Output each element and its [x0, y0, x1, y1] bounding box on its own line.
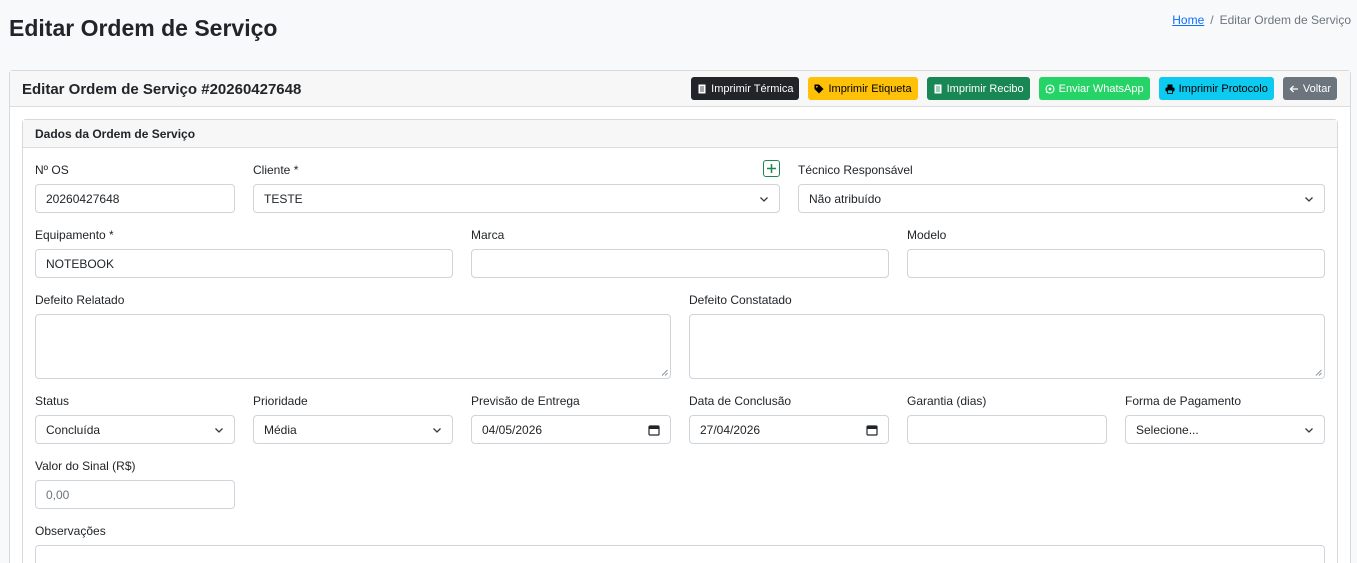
- deposit-label: Valor do Sinal (R$): [35, 459, 136, 473]
- status-label: Status: [35, 394, 70, 408]
- add-client-button[interactable]: [763, 160, 780, 177]
- model-field[interactable]: [907, 249, 1325, 278]
- breadcrumb-separator: /: [1210, 13, 1214, 27]
- found-defect-label: Defeito Constatado: [689, 293, 792, 307]
- client-value: TESTE: [264, 191, 303, 206]
- reported-defect-label: Defeito Relatado: [35, 293, 125, 307]
- priority-label: Prioridade: [253, 394, 308, 408]
- action-buttons: Imprimir Térmica Imprimir Etiqueta Impri…: [691, 77, 1337, 100]
- section-title: Dados da Ordem de Serviço: [23, 120, 1337, 148]
- notes-textarea[interactable]: [35, 545, 1325, 563]
- send-whatsapp-button[interactable]: Enviar WhatsApp: [1038, 77, 1150, 100]
- card-title: Editar Ordem de Serviço #20260427648: [22, 81, 302, 98]
- payment-method-select[interactable]: Selecione...: [1125, 415, 1325, 444]
- priority-value: Média: [264, 422, 297, 437]
- deposit-placeholder: 0,00: [46, 487, 70, 502]
- breadcrumb-home-link[interactable]: Home: [1172, 13, 1204, 27]
- printer-icon: [1165, 84, 1175, 94]
- delivery-date-label: Previsão de Entrega: [471, 394, 580, 408]
- print-thermal-button[interactable]: Imprimir Térmica: [691, 77, 800, 100]
- payment-method-label: Forma de Pagamento: [1125, 394, 1242, 408]
- chevron-down-icon: [1305, 427, 1313, 433]
- breadcrumb: Home / Editar Ordem de Serviço: [1172, 13, 1351, 27]
- print-receipt-label: Imprimir Recibo: [946, 82, 1024, 95]
- receipt-icon: [698, 84, 706, 93]
- card-header: Editar Ordem de Serviço #20260427648 Imp…: [10, 71, 1350, 107]
- resize-handle-icon[interactable]: [1315, 369, 1322, 376]
- os-number-value: 20260427648: [46, 191, 120, 206]
- print-protocol-label: Imprimir Protocolo: [1178, 82, 1268, 95]
- chevron-down-icon: [433, 427, 441, 433]
- print-protocol-button[interactable]: Imprimir Protocolo: [1158, 77, 1274, 100]
- tag-icon: [814, 84, 824, 93]
- print-label-label: Imprimir Etiqueta: [828, 82, 912, 95]
- plus-icon: [767, 164, 776, 173]
- technician-label: Técnico Responsável: [798, 163, 913, 177]
- calendar-icon[interactable]: [866, 424, 878, 436]
- back-button[interactable]: Voltar: [1282, 77, 1337, 100]
- print-thermal-label: Imprimir Térmica: [711, 82, 794, 95]
- equipment-field[interactable]: NOTEBOOK: [35, 249, 453, 278]
- technician-select[interactable]: Não atribuído: [798, 184, 1325, 213]
- brand-field[interactable]: [471, 249, 889, 278]
- status-select[interactable]: Concluída: [35, 415, 235, 444]
- os-number-field[interactable]: 20260427648: [35, 184, 235, 213]
- equipment-label: Equipamento *: [35, 228, 114, 242]
- completion-date-label: Data de Conclusão: [689, 394, 792, 408]
- client-select[interactable]: TESTE: [253, 184, 780, 213]
- receipt-icon: [934, 84, 942, 93]
- notes-label: Observações: [35, 524, 106, 538]
- arrow-left-icon: [1289, 85, 1298, 92]
- priority-select[interactable]: Média: [253, 415, 453, 444]
- brand-label: Marca: [471, 228, 505, 242]
- deposit-field[interactable]: 0,00: [35, 480, 235, 509]
- print-label-button[interactable]: Imprimir Etiqueta: [808, 77, 918, 100]
- technician-value: Não atribuído: [809, 191, 882, 206]
- completion-date-value: 27/04/2026: [700, 422, 761, 437]
- warranty-field[interactable]: [907, 415, 1107, 444]
- whatsapp-icon: [1045, 83, 1055, 94]
- reported-defect-textarea[interactable]: [35, 314, 671, 379]
- send-whatsapp-label: Enviar WhatsApp: [1058, 82, 1144, 95]
- resize-handle-icon[interactable]: [661, 369, 668, 376]
- calendar-icon[interactable]: [648, 424, 660, 436]
- back-label: Voltar: [1302, 82, 1331, 95]
- equipment-value: NOTEBOOK: [46, 256, 115, 271]
- page-title: Editar Ordem de Serviço: [9, 15, 278, 41]
- status-value: Concluída: [46, 422, 101, 437]
- breadcrumb-current: Editar Ordem de Serviço: [1219, 13, 1351, 27]
- client-label: Cliente *: [253, 163, 299, 177]
- os-number-label: Nº OS: [35, 163, 69, 177]
- delivery-date-input[interactable]: 04/05/2026: [471, 415, 671, 444]
- payment-method-value: Selecione...: [1136, 422, 1199, 437]
- warranty-label: Garantia (dias): [907, 394, 987, 408]
- model-label: Modelo: [907, 228, 947, 242]
- found-defect-textarea[interactable]: [689, 314, 1325, 379]
- chevron-down-icon: [215, 427, 223, 433]
- chevron-down-icon: [1305, 196, 1313, 202]
- chevron-down-icon: [760, 196, 768, 202]
- print-receipt-button[interactable]: Imprimir Recibo: [926, 77, 1030, 100]
- completion-date-input[interactable]: 27/04/2026: [689, 415, 889, 444]
- delivery-date-value: 04/05/2026: [482, 422, 543, 437]
